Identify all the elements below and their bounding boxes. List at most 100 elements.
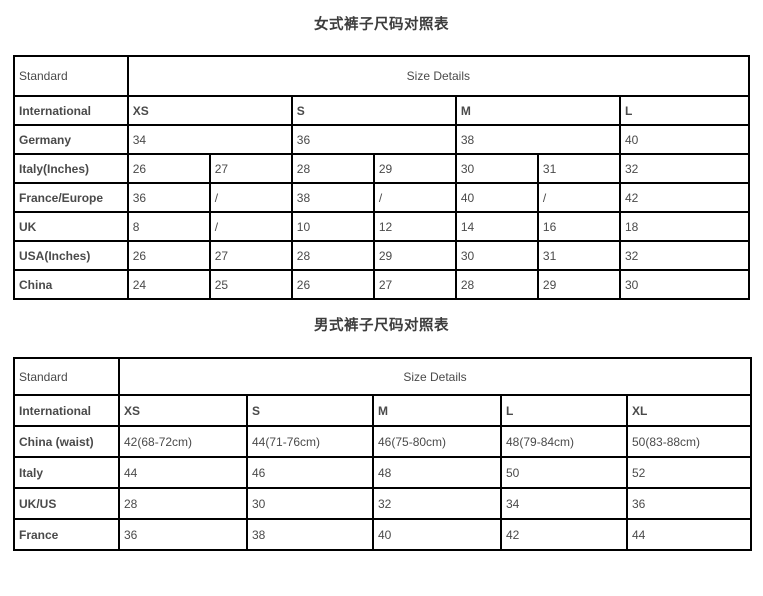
table-cell: 48(79-84cm) (500, 425, 628, 458)
table-row: Italy 44 46 48 50 52 (13, 456, 752, 489)
table-cell: 25 (208, 269, 293, 300)
table-cell: 44(71-76cm) (246, 425, 374, 458)
table-cell: 44 (626, 518, 752, 551)
table-cell: XL (626, 394, 752, 427)
table-cell: 29 (536, 269, 621, 300)
women-size-table-wrap: Standard Size Details International XS S M L Ge… (13, 55, 751, 300)
women-size-table: Standard Size Details International XS S M L Ge… (13, 55, 751, 300)
table-cell: 28 (118, 487, 248, 520)
table-cell: 32 (372, 487, 502, 520)
table-row: France/Europe 36/38/40/42 (13, 182, 751, 213)
table-cell: / (208, 182, 293, 213)
table-cell: 34 (126, 124, 293, 155)
table-cell: 24 (126, 269, 211, 300)
table-row: China (waist) 42(68-72cm) 44(71-76cm) 46(75… (13, 425, 752, 458)
table-cell: 36 (290, 124, 457, 155)
row-label-cell: France/Europe (13, 182, 129, 213)
row-label-cell: UK (13, 211, 129, 242)
table-row: International XS S M L (13, 95, 751, 126)
table-cell: XS (126, 95, 293, 126)
table-cell: 29 (372, 153, 457, 184)
table-cell: 40 (372, 518, 502, 551)
table-row: France 36 38 40 42 44 (13, 518, 752, 551)
table-cell: 26 (290, 269, 375, 300)
table-row: Germany 34 36 38 40 (13, 124, 751, 155)
table-cell: XS (118, 394, 248, 427)
table-cell: 44 (118, 456, 248, 489)
row-label-cell: France (13, 518, 120, 551)
row-label-cell: USA(Inches) (13, 240, 129, 271)
women-chart-title: 女式裤子尺码对照表 (314, 17, 449, 33)
table-cell: 31 (536, 153, 621, 184)
table-cell: 48 (372, 456, 502, 489)
table-cell: / (536, 182, 621, 213)
table-row: Italy(Inches) 26 27 28 29 30 31 32 (13, 153, 751, 184)
table-cell: 27 (208, 153, 293, 184)
table-cell: 29 (372, 240, 457, 271)
table-cell: 10 (290, 211, 375, 242)
table-cell: 38 (246, 518, 374, 551)
table-cell: 8 (126, 211, 211, 242)
table-cell: 52 (626, 456, 752, 489)
table-cell: / (208, 211, 293, 242)
table-cell: 28 (290, 240, 375, 271)
table-row: UK 8/10 12 14 16 18 (13, 211, 751, 242)
men-chart-title: 男式裤子尺码对照表 (314, 318, 449, 334)
standard-header-cell: Standard (13, 55, 129, 97)
table-cell: 46(75-80cm) (372, 425, 502, 458)
row-label-cell: Germany (13, 124, 129, 155)
table-row: China 24 25 26 27 28 29 30 (13, 269, 751, 300)
table-cell: 16 (536, 211, 621, 242)
men-size-table-wrap: Standard Size Details International XS S M L XL… (13, 357, 752, 551)
table-cell: 36 (118, 518, 248, 551)
men-size-table: Standard Size Details International XS S M L XL… (13, 357, 752, 551)
table-cell: 42 (500, 518, 628, 551)
table-cell: 26 (126, 153, 211, 184)
table-cell: 30 (454, 240, 539, 271)
table-cell: 46 (246, 456, 374, 489)
table-cell: 14 (454, 211, 539, 242)
table-row: International XS S M L XL (13, 394, 752, 427)
row-label-cell: International (13, 95, 129, 126)
table-cell: 30 (618, 269, 751, 300)
table-cell: 50(83-88cm) (626, 425, 752, 458)
table-cell: 40 (454, 182, 539, 213)
table-cell: 36 (626, 487, 752, 520)
table-cell: 32 (618, 240, 751, 271)
standard-header-cell: Standard (13, 357, 120, 396)
table-row: USA(Inches) 26 27 28 29 30 31 32 (13, 240, 751, 271)
table-cell: S (290, 95, 457, 126)
table-cell: M (454, 95, 621, 126)
table-cell: 40 (618, 124, 751, 155)
table-cell: 50 (500, 456, 628, 489)
table-cell: / (372, 182, 457, 213)
size-details-header-cell: Size Details (118, 357, 752, 396)
table-cell: 28 (290, 153, 375, 184)
size-details-header-cell: Size Details (126, 55, 751, 97)
table-cell: L (618, 95, 751, 126)
table-header-row: Standard Size Details (13, 357, 752, 396)
table-cell: 30 (454, 153, 539, 184)
table-header-row: Standard Size Details (13, 55, 751, 97)
table-cell: M (372, 394, 502, 427)
table-cell: 38 (290, 182, 375, 213)
row-label-cell: UK/US (13, 487, 120, 520)
table-cell: 30 (246, 487, 374, 520)
table-cell: 36 (126, 182, 211, 213)
table-cell: 28 (454, 269, 539, 300)
table-cell: 12 (372, 211, 457, 242)
table-cell: L (500, 394, 628, 427)
table-cell: 42 (618, 182, 751, 213)
table-cell: S (246, 394, 374, 427)
table-cell: 31 (536, 240, 621, 271)
row-label-cell: Italy (13, 456, 120, 489)
table-cell: 42(68-72cm) (118, 425, 248, 458)
row-label-cell: International (13, 394, 120, 427)
table-cell: 27 (372, 269, 457, 300)
table-cell: 26 (126, 240, 211, 271)
table-cell: 32 (618, 153, 751, 184)
table-cell: 38 (454, 124, 621, 155)
table-row: UK/US 28 30 32 34 36 (13, 487, 752, 520)
row-label-cell: Italy(Inches) (13, 153, 129, 184)
table-cell: 27 (208, 240, 293, 271)
